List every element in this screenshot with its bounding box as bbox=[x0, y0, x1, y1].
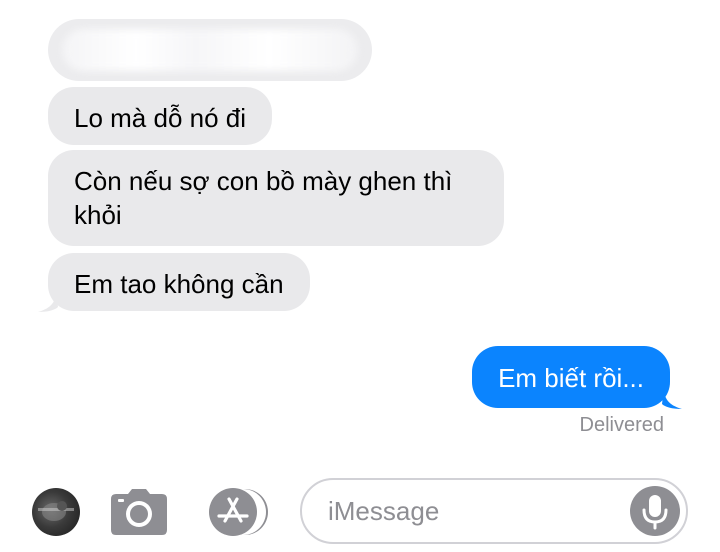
outgoing-message-bubble[interactable]: Em biết rồi... bbox=[472, 346, 670, 408]
incoming-bubble-tail bbox=[38, 291, 58, 312]
message-input[interactable] bbox=[328, 492, 618, 530]
composer-bar bbox=[0, 466, 720, 552]
camera-button[interactable] bbox=[110, 488, 168, 536]
incoming-message-bubble[interactable]: Em tao không cần bbox=[48, 253, 310, 311]
redacted-message-bubble[interactable] bbox=[48, 19, 372, 81]
message-thread: Lo mà dỗ nó đi Còn nếu sợ con bồ mày ghe… bbox=[0, 0, 720, 470]
message-text: Còn nếu sợ con bồ mày ghen thì khỏi bbox=[74, 166, 453, 230]
delivery-status: Delivered bbox=[579, 414, 664, 436]
message-text: Lo mà dỗ nó đi bbox=[74, 103, 247, 133]
dictation-button[interactable] bbox=[630, 486, 680, 536]
contact-avatar[interactable] bbox=[32, 488, 80, 536]
avatar-image bbox=[38, 501, 74, 521]
message-text: Em tao không cần bbox=[74, 269, 284, 299]
incoming-message-bubble[interactable]: Lo mà dỗ nó đi bbox=[48, 87, 273, 145]
message-text: Em biết rồi... bbox=[498, 363, 644, 393]
redaction-blur bbox=[62, 29, 358, 71]
incoming-message-bubble[interactable]: Còn nếu sợ con bồ mày ghen thì khỏi bbox=[48, 150, 504, 246]
message-input-box[interactable] bbox=[300, 478, 688, 544]
app-store-icon bbox=[209, 488, 268, 536]
microphone-icon bbox=[642, 495, 668, 530]
camera-icon bbox=[111, 489, 167, 535]
outgoing-bubble-tail bbox=[662, 388, 682, 409]
messages-screen: Lo mà dỗ nó đi Còn nếu sợ con bồ mày ghe… bbox=[0, 0, 720, 552]
app-store-button[interactable] bbox=[204, 488, 270, 536]
